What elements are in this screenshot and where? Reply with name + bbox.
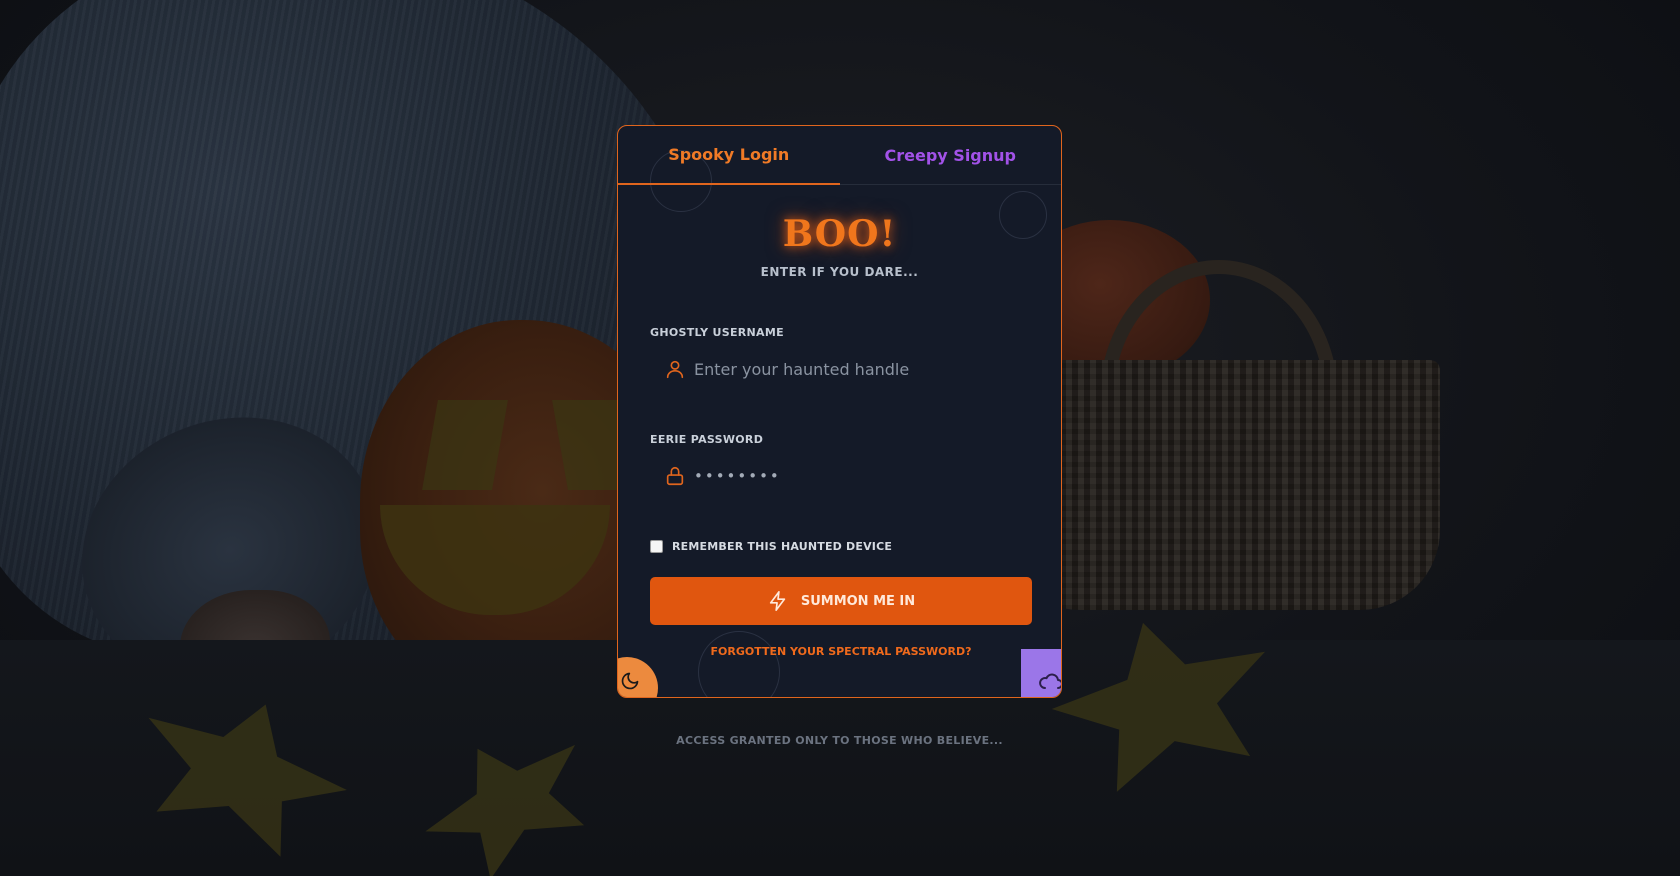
summon-button-label: Summon me in <box>800 593 916 609</box>
moon-icon <box>621 672 639 690</box>
user-icon <box>664 358 686 380</box>
footer-text: Access granted only to those who believe… <box>676 734 1003 747</box>
username-label: Ghostly Username <box>650 326 784 339</box>
tab-login[interactable]: Spooky Login <box>618 126 840 185</box>
password-input[interactable]: •••••••• <box>694 467 781 485</box>
theme-toggle-button[interactable] <box>618 657 658 697</box>
lock-icon <box>664 465 686 487</box>
remember-label[interactable]: Remember this haunted device <box>672 540 892 553</box>
password-field[interactable]: •••••••• <box>650 456 1032 496</box>
bolt-icon <box>767 590 789 612</box>
weather-toggle-button[interactable] <box>1021 649 1061 697</box>
remember-checkbox[interactable] <box>650 540 663 553</box>
tab-signup[interactable]: Creepy Signup <box>840 126 1062 184</box>
login-form: Ghostly Username Enter your haunted hand… <box>650 326 1032 658</box>
forgot-password-link[interactable]: Forgotten your spectral password? <box>650 645 1032 658</box>
username-input[interactable]: Enter your haunted handle <box>694 360 909 379</box>
summon-button[interactable]: Summon me in <box>650 577 1032 625</box>
auth-tabs: Spooky Login Creepy Signup <box>618 126 1061 185</box>
username-field[interactable]: Enter your haunted handle <box>650 349 1032 389</box>
background-basket <box>1000 360 1440 610</box>
password-label: Eerie Password <box>650 433 764 446</box>
remember-row: Remember this haunted device <box>650 540 1032 553</box>
cloud-icon <box>1039 673 1061 689</box>
page-title: BOO! <box>782 213 897 255</box>
card-header: BOO! Enter if you dare... <box>618 213 1061 279</box>
page-subtitle: Enter if you dare... <box>760 265 919 279</box>
login-card: Spooky Login Creepy Signup BOO! Enter if… <box>617 125 1062 698</box>
